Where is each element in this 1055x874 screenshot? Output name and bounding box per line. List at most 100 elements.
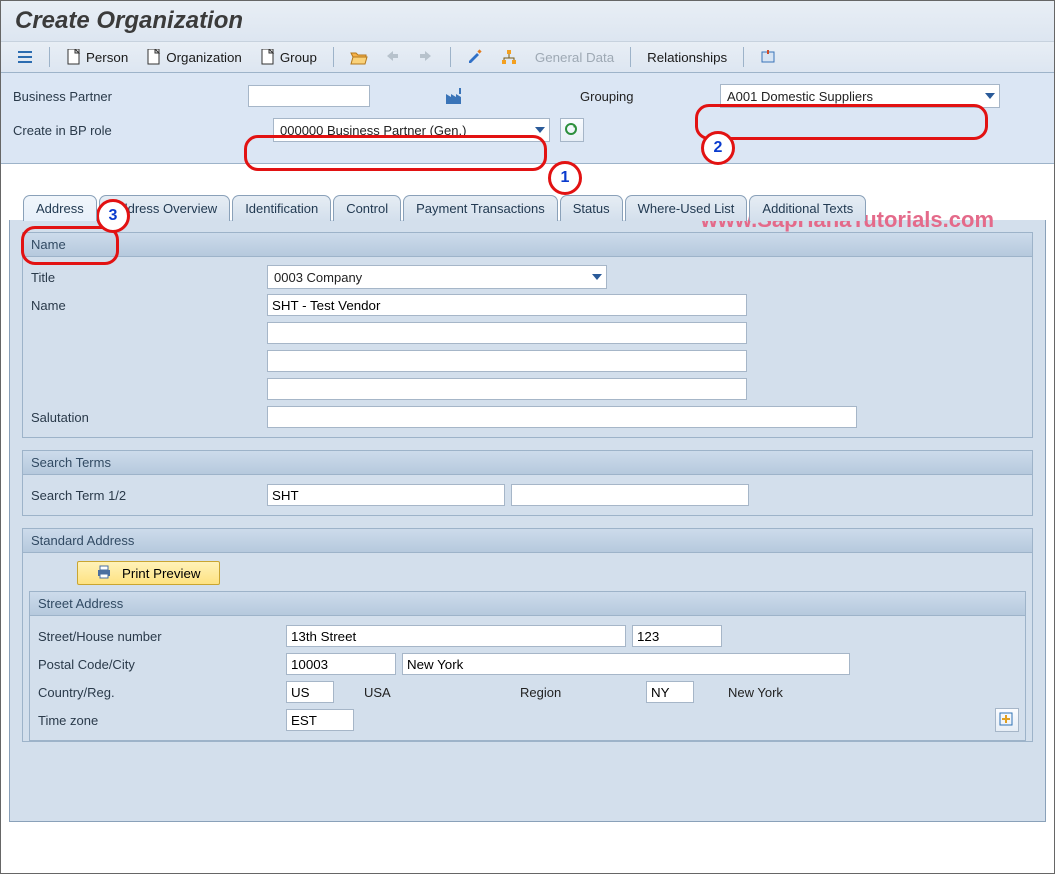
expand-icon bbox=[999, 712, 1015, 728]
organization-button[interactable]: Organization bbox=[140, 46, 248, 68]
tab-identification[interactable]: Identification bbox=[232, 195, 331, 221]
search-term2-input[interactable] bbox=[511, 484, 749, 506]
standard-address-group: Standard Address Print Preview Street Ad… bbox=[22, 528, 1033, 742]
tz-label: Time zone bbox=[36, 713, 280, 728]
search-terms-title: Search Terms bbox=[23, 451, 1032, 475]
pencil-icon bbox=[467, 49, 483, 65]
country-name: USA bbox=[364, 685, 514, 700]
title-value: 0003 Company bbox=[274, 270, 362, 285]
chevron-down-icon bbox=[985, 93, 995, 99]
region-name: New York bbox=[728, 685, 783, 700]
hierarchy-icon bbox=[501, 49, 517, 65]
country-input[interactable] bbox=[286, 681, 334, 703]
hierarchy-button[interactable] bbox=[495, 46, 523, 68]
postal-label: Postal Code/City bbox=[36, 657, 280, 672]
settings-icon bbox=[760, 49, 776, 65]
relationships-label: Relationships bbox=[647, 50, 727, 65]
page-title: Create Organization bbox=[15, 7, 1040, 35]
folder-open-icon bbox=[350, 49, 366, 65]
separator bbox=[743, 47, 744, 67]
region-label: Region bbox=[520, 685, 640, 700]
printer-icon bbox=[96, 565, 112, 581]
bp-input[interactable] bbox=[248, 85, 370, 107]
relationships-button[interactable]: Relationships bbox=[641, 47, 733, 68]
tab-address[interactable]: Address bbox=[23, 195, 97, 221]
forward-button bbox=[412, 46, 440, 68]
chevron-down-icon bbox=[535, 127, 545, 133]
bp-label: Business Partner bbox=[13, 89, 238, 104]
role-value: 000000 Business Partner (Gen.) bbox=[280, 123, 466, 138]
region-input[interactable] bbox=[646, 681, 694, 703]
house-number-input[interactable] bbox=[632, 625, 722, 647]
back-button bbox=[378, 46, 406, 68]
name4-input[interactable] bbox=[267, 378, 747, 400]
tz-input[interactable] bbox=[286, 709, 354, 731]
name1-input[interactable] bbox=[267, 294, 747, 316]
grouping-label: Grouping bbox=[580, 89, 710, 104]
separator bbox=[630, 47, 631, 67]
grouping-value: A001 Domestic Suppliers bbox=[727, 89, 873, 104]
separator bbox=[333, 47, 334, 67]
title-bar: Create Organization bbox=[1, 1, 1054, 42]
postal-input[interactable] bbox=[286, 653, 396, 675]
name-group-title: Name bbox=[23, 233, 1032, 257]
role-help-button[interactable] bbox=[560, 118, 584, 142]
search-term-label: Search Term 1/2 bbox=[29, 488, 261, 503]
chevron-down-icon bbox=[592, 274, 602, 280]
menu-button[interactable] bbox=[11, 46, 39, 68]
street-input[interactable] bbox=[286, 625, 626, 647]
grouping-select[interactable]: A001 Domestic Suppliers bbox=[720, 84, 1000, 108]
separator bbox=[450, 47, 451, 67]
country-label: Country/Reg. bbox=[36, 685, 280, 700]
person-label: Person bbox=[86, 50, 128, 65]
tab-address-overview[interactable]: Address Overview bbox=[99, 195, 230, 221]
search-terms-group: Search Terms Search Term 1/2 bbox=[22, 450, 1033, 516]
name2-input[interactable] bbox=[267, 322, 747, 344]
document-icon bbox=[146, 49, 162, 65]
city-input[interactable] bbox=[402, 653, 850, 675]
organization-label: Organization bbox=[166, 50, 242, 65]
role-label: Create in BP role bbox=[13, 123, 238, 138]
open-button[interactable] bbox=[344, 46, 372, 68]
person-button[interactable]: Person bbox=[60, 46, 134, 68]
header-fields: Business Partner Grouping A001 Domestic … bbox=[1, 73, 1054, 164]
group-button[interactable]: Group bbox=[254, 46, 323, 68]
salutation-input[interactable] bbox=[267, 406, 857, 428]
tab-content: Name Title 0003 Company Name bbox=[9, 220, 1046, 822]
general-data-label: General Data bbox=[535, 50, 614, 65]
street-address-title: Street Address bbox=[30, 592, 1025, 616]
name-label: Name bbox=[29, 298, 261, 313]
document-icon bbox=[260, 49, 276, 65]
separator bbox=[49, 47, 50, 67]
print-preview-button[interactable]: Print Preview bbox=[77, 561, 220, 585]
menu-icon bbox=[17, 49, 33, 65]
expand-address-button[interactable] bbox=[995, 708, 1019, 732]
toolbar: Person Organization Group bbox=[1, 42, 1054, 73]
print-preview-label: Print Preview bbox=[122, 566, 201, 581]
annotation-1: 1 bbox=[548, 161, 582, 195]
street-address-subgroup: Street Address Street/House number Posta… bbox=[29, 591, 1026, 741]
tab-additional-texts[interactable]: Additional Texts bbox=[749, 195, 866, 221]
title-select[interactable]: 0003 Company bbox=[267, 265, 607, 289]
arrow-left-icon bbox=[384, 49, 400, 65]
general-data-button: General Data bbox=[529, 47, 620, 68]
refresh-icon bbox=[564, 122, 580, 138]
title-label: Title bbox=[29, 270, 261, 285]
tab-where-used[interactable]: Where-Used List bbox=[625, 195, 748, 221]
tab-payment-transactions[interactable]: Payment Transactions bbox=[403, 195, 558, 221]
standard-address-title: Standard Address bbox=[23, 529, 1032, 553]
tab-status[interactable]: Status bbox=[560, 195, 623, 221]
edit-button[interactable] bbox=[461, 46, 489, 68]
street-label: Street/House number bbox=[36, 629, 280, 644]
group-label: Group bbox=[280, 50, 317, 65]
settings-button[interactable] bbox=[754, 46, 782, 68]
tab-control[interactable]: Control bbox=[333, 195, 401, 221]
salutation-label: Salutation bbox=[29, 410, 261, 425]
name3-input[interactable] bbox=[267, 350, 747, 372]
search-term1-input[interactable] bbox=[267, 484, 505, 506]
arrow-right-icon bbox=[418, 49, 434, 65]
factory-icon bbox=[445, 87, 465, 105]
name-group: Name Title 0003 Company Name bbox=[22, 232, 1033, 438]
role-select[interactable]: 000000 Business Partner (Gen.) bbox=[273, 118, 550, 142]
document-icon bbox=[66, 49, 82, 65]
